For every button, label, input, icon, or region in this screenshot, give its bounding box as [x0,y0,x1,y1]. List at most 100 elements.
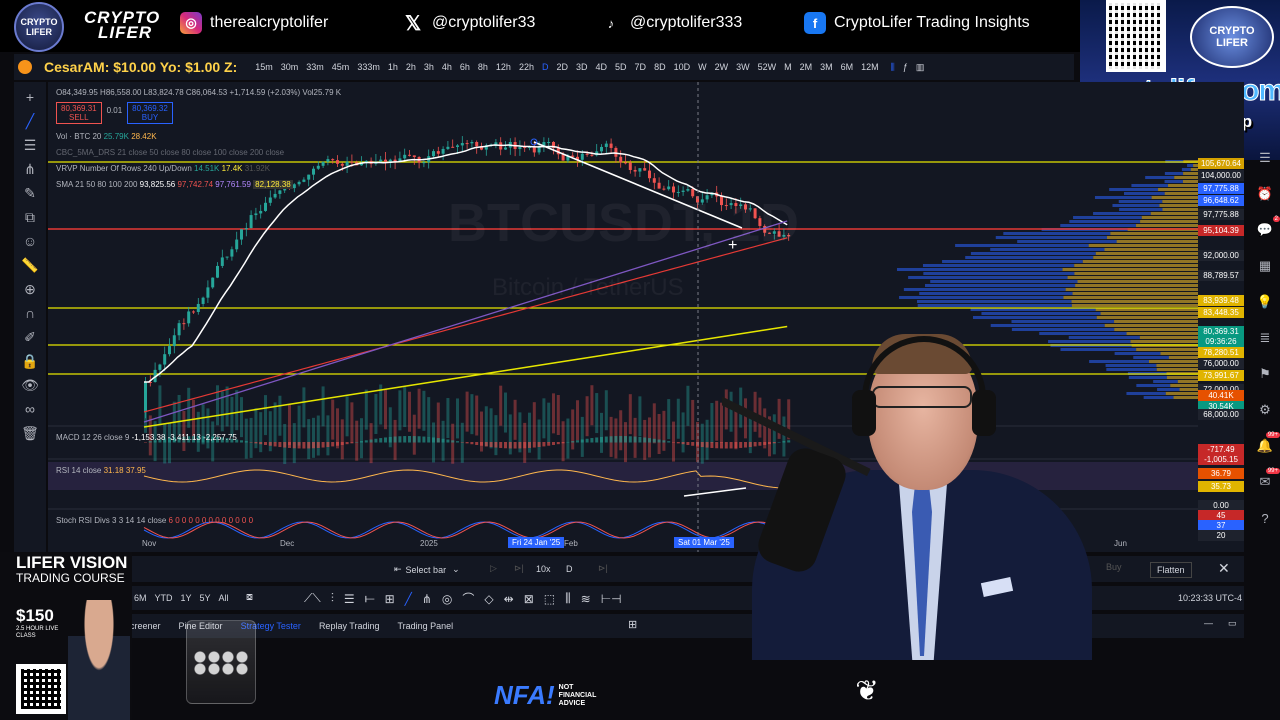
timeframe-1h[interactable]: 1h [384,62,402,72]
timeframe-22h[interactable]: 22h [515,62,538,72]
trendline-icon[interactable]: ╱ [20,112,40,130]
timeframe-45m[interactable]: 45m [328,62,354,72]
select-bar-button[interactable]: ⇤ Select bar ⌄ [394,564,460,575]
chat-icon[interactable]: 💬 2 [1256,222,1274,238]
minimize-icon[interactable]: — [1204,618,1213,628]
timeframe-3d[interactable]: 3D [572,62,592,72]
timeframe-w[interactable]: W [694,62,711,72]
diamond-icon[interactable]: ◇ [484,592,493,606]
close-icon[interactable]: ✕ [1218,560,1230,577]
curve-icon[interactable]: ⌒ [462,590,474,607]
pencil-lock-icon[interactable]: ✐ [20,328,40,346]
timeframe-333m[interactable]: 333m [353,62,384,72]
emoji-icon[interactable]: ☺ [20,232,40,250]
notifications-icon[interactable]: 🔔 99+ [1256,438,1274,454]
vertical-line-icon[interactable]: ⫶ [331,591,334,606]
ruler-icon[interactable]: 📏 [20,256,40,274]
lock-icon[interactable]: 🔒 [20,352,40,370]
layout-icon[interactable]: ⊞ [628,618,637,631]
timeframe-m[interactable]: M [780,62,796,72]
panel-tab-replay-trading[interactable]: Replay Trading [319,621,380,631]
hotlist-icon[interactable]: ⚑ [1256,366,1274,382]
panel-tab-trading-panel[interactable]: Trading Panel [397,621,453,631]
goto-date-icon[interactable]: ⧇ [246,591,253,604]
timeframe-10d[interactable]: 10D [670,62,695,72]
timeframe-12m[interactable]: 12M [857,62,883,72]
fib-icon[interactable]: ☰ [344,592,355,606]
trash-icon[interactable]: 🗑 [20,424,40,442]
grid-icon[interactable]: ⊞ [385,592,395,606]
buy-button[interactable]: 80,369.32 BUY [127,102,173,124]
brush-icon[interactable]: ✎ [20,184,40,202]
timeframe-15m[interactable]: 15m [251,62,277,72]
buy-replay-button[interactable]: Buy [1106,562,1122,572]
path-icon[interactable]: ⟋⟍ [304,591,321,606]
timeframe-8d[interactable]: 8D [650,62,670,72]
gann-icon[interactable]: ⫼ [565,591,571,606]
timeframe-33m[interactable]: 33m [302,62,328,72]
timeframe-3m[interactable]: 3M [816,62,837,72]
timeframe-6h[interactable]: 6h [456,62,474,72]
chart-type-icon[interactable]: ▥ [916,62,925,73]
sell-button[interactable]: 80,369.31 SELL [56,102,102,124]
timeframe-d[interactable]: D [538,62,553,72]
watchlist-icon[interactable]: ☰ [1256,150,1274,166]
timeframe-3w[interactable]: 3W [732,62,754,72]
long-position-icon[interactable]: ⧉ [20,208,40,226]
timeframe-30m[interactable]: 30m [277,62,303,72]
range-1y[interactable]: 1Y [181,593,192,603]
timeframe-2w[interactable]: 2W [711,62,733,72]
measure-icon[interactable]: ⇹ [504,592,514,606]
magnet-icon[interactable]: ∩ [20,304,40,322]
timeframe-2d[interactable]: 2D [552,62,572,72]
timeframe-6m[interactable]: 6M [837,62,858,72]
interval-button[interactable]: D [566,564,573,574]
clock-display[interactable]: 10:23:33 UTC-4 [1178,593,1242,603]
speed-button[interactable]: 10x [536,564,551,574]
play-icon[interactable]: ▷ [490,563,497,574]
maximize-icon[interactable]: ▭ [1228,618,1237,629]
timeframe-3h[interactable]: 3h [420,62,438,72]
zoom-in-icon[interactable]: ⊕ [20,280,40,298]
settings-icon[interactable]: ⚙ [1256,402,1274,418]
jump-icon[interactable]: ⊳| [598,563,608,574]
compare-icon[interactable]: ⫼ [891,62,895,73]
flatten-button[interactable]: Flatten [1150,562,1192,578]
horizontal-lines-icon[interactable]: ☰ [20,136,40,154]
alerts-icon[interactable]: ⏰ [1256,186,1274,202]
symbol-button[interactable] [18,60,36,74]
range-6m[interactable]: 6M [134,593,147,603]
timeframe-2m[interactable]: 2M [796,62,817,72]
trendline-fav-icon[interactable]: ╱ [405,592,412,606]
circle-icon[interactable]: ◎ [442,592,452,606]
timeframe-7d[interactable]: 7D [631,62,651,72]
calendar-icon[interactable]: ▦ [1256,258,1274,274]
range-5y[interactable]: 5Y [200,593,211,603]
timeframe-12h[interactable]: 12h [492,62,515,72]
range-icon[interactable]: ⊢⊣ [601,592,622,606]
pattern-icon[interactable]: ⊠ [524,592,534,606]
timeframe-52w[interactable]: 52W [754,62,781,72]
news-icon[interactable]: ≣ [1256,330,1274,346]
range-all[interactable]: All [219,593,229,603]
pitchfork-icon[interactable]: ⋔ [20,160,40,178]
help-icon[interactable]: ? [1256,510,1274,526]
hline-icon[interactable]: ⟝ [365,591,375,606]
range-ytd[interactable]: YTD [155,593,173,603]
fib-fan-icon[interactable]: ≋ [581,592,591,606]
frame-icon[interactable]: ⬚ [544,592,555,606]
timeframe-4d[interactable]: 4D [592,62,612,72]
eye-icon[interactable]: 👁 [20,376,40,394]
link-icon[interactable]: ∞ [20,400,40,418]
forward-icon[interactable]: ⊳| [514,563,524,574]
timeframe-5d[interactable]: 5D [611,62,631,72]
indicators-icon[interactable]: ƒ [903,62,908,72]
crosshair-icon[interactable]: + [20,88,40,106]
pitchfork-fav-icon[interactable]: ⋔ [422,592,432,606]
ideas-icon[interactable]: 💡 [1256,294,1274,310]
timeframe-4h[interactable]: 4h [438,62,456,72]
volume-profile-bar [1167,376,1198,379]
messages-icon[interactable]: ✉ 99+ [1256,474,1274,490]
timeframe-8h[interactable]: 8h [474,62,492,72]
timeframe-2h[interactable]: 2h [402,62,420,72]
